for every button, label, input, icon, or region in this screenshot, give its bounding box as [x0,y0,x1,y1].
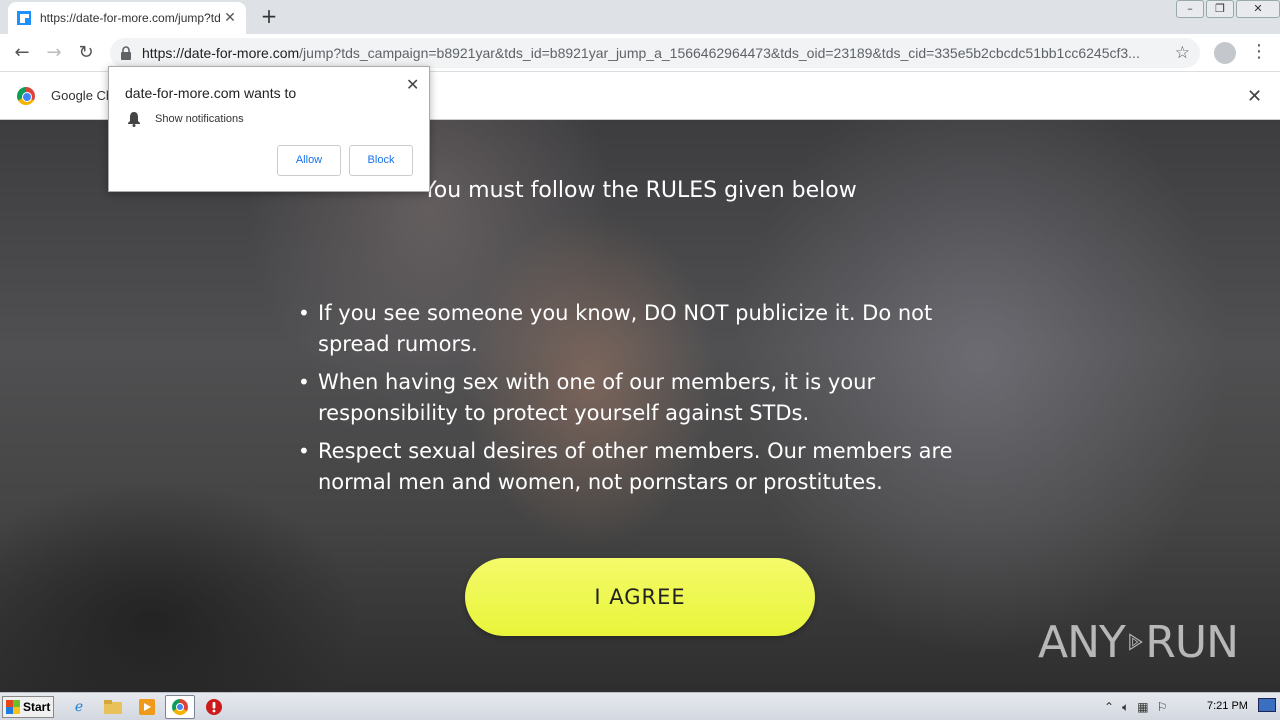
bell-icon [128,112,140,127]
notification-permission-popup: date-for-more.com wants to ✕ Show notifi… [108,66,430,192]
page-content: You must follow the RULES given below • I… [0,120,1280,692]
tab-strip: https://date-for-more.com/jump?tds ✕ + –… [0,0,1280,34]
start-button[interactable]: Start [2,696,54,718]
internet-explorer-icon[interactable]: ℯ [68,697,90,717]
rule-item: • When having sex with one of our members… [298,367,990,429]
watermark-text-left: ANY [1038,616,1126,668]
watermark-text-right: RUN [1145,616,1239,668]
clock[interactable]: 7:21 PM [1207,700,1248,712]
bookmark-star-icon[interactable]: ☆ [1175,43,1190,63]
taskbar: Start ℯ ⌃ 🔈︎ ▦ ⚐ 7:21 PM [0,692,1280,720]
block-button[interactable]: Block [349,145,413,176]
tab-title: https://date-for-more.com/jump?tds [40,11,220,25]
windows-logo-icon [6,700,20,714]
volume-icon[interactable]: 🔈︎ [1122,700,1129,715]
url-host: https://date-for-more.com [142,45,300,61]
url-text: https://date-for-more.com/jump?tds_campa… [142,45,1167,61]
chrome-logo-icon [17,87,35,105]
minimize-icon[interactable]: – [1176,0,1204,18]
agree-button[interactable]: I AGREE [465,558,815,636]
bullet-icon: • [298,301,310,325]
profile-avatar-icon[interactable] [1214,42,1236,64]
permission-text: Show notifications [155,113,244,125]
infobar-close-icon[interactable]: ✕ [1247,86,1262,107]
url-path: /jump?tds_campaign=b8921yar&tds_id=b8921… [299,45,1140,61]
media-player-icon[interactable] [136,697,158,717]
bullet-icon: • [298,439,310,463]
window-close-icon[interactable]: ✕ [1236,0,1280,18]
infobar-text: Google Ch [51,88,114,103]
bullet-icon: • [298,370,310,394]
tab-close-icon[interactable]: ✕ [222,10,238,26]
window-controls: – ❐ ✕ [1174,0,1280,20]
opera-icon[interactable] [203,697,225,717]
rule-text: Respect sexual desires of other members.… [318,439,953,494]
lock-icon [121,46,131,60]
rule-text: If you see someone you know, DO NOT publ… [318,301,933,356]
tray-expand-icon[interactable]: ⌃ [1104,700,1114,714]
back-arrow-icon[interactable]: ← [10,41,34,65]
new-tab-icon[interactable]: + [258,6,280,28]
address-bar[interactable]: https://date-for-more.com/jump?tds_campa… [110,38,1200,68]
rule-item: • Respect sexual desires of other members… [298,436,990,498]
browser-tab[interactable]: https://date-for-more.com/jump?tds ✕ [8,2,246,34]
play-logo-icon [1129,633,1143,651]
file-explorer-icon[interactable] [102,697,124,717]
menu-dots-icon[interactable]: ⋮ [1250,40,1268,64]
reload-icon[interactable]: ↻ [74,41,98,65]
chrome-taskbar-icon[interactable] [165,695,195,719]
site-favicon-icon [17,11,31,25]
popup-close-icon[interactable]: ✕ [406,75,419,94]
screen: https://date-for-more.com/jump?tds ✕ + –… [0,0,1280,720]
system-tray: ⌃ 🔈︎ ▦ ⚐ [1104,697,1167,717]
agree-button-label: I AGREE [594,585,686,609]
start-label: Start [23,700,51,714]
rule-item: • If you see someone you know, DO NOT pub… [298,298,990,360]
rule-text: When having sex with one of our members,… [318,370,876,425]
action-center-flag-icon[interactable]: ⚐ [1157,700,1168,714]
allow-button[interactable]: Allow [277,145,341,176]
popup-title: date-for-more.com wants to [125,85,297,101]
show-desktop-button[interactable] [1258,698,1276,712]
anyrun-watermark: ANY RUN [1038,610,1239,674]
restore-icon[interactable]: ❐ [1206,0,1234,18]
forward-arrow-icon[interactable]: → [42,41,66,65]
rules-list: • If you see someone you know, DO NOT pub… [298,298,990,505]
network-icon[interactable]: ▦ [1137,700,1148,714]
